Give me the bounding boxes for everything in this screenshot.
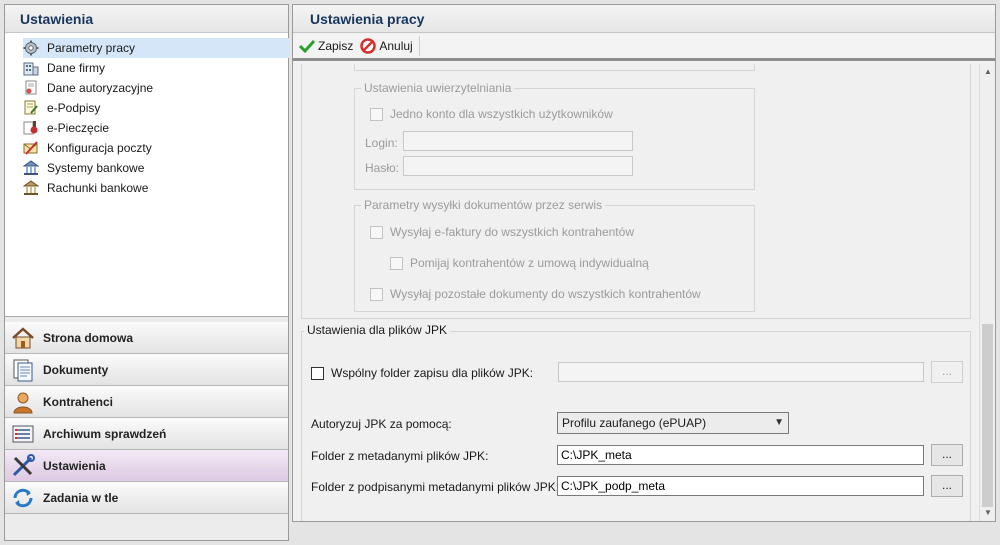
- tree-item-label: Dane firmy: [47, 61, 106, 75]
- signed-meta-folder-browse-button[interactable]: ...: [931, 475, 963, 497]
- chevron-down-icon: ▼: [774, 417, 784, 428]
- left-panel: Ustawienia Parametry pracy Dane firmy Da…: [4, 4, 289, 541]
- auth-group: Ustawienia uwierzytelniania Jedno konto …: [354, 81, 755, 190]
- bank-accounts-icon: [22, 180, 40, 196]
- meta-folder-label: Folder z metadanymi plików JPK:: [311, 449, 489, 463]
- checkbox-box: [311, 366, 324, 380]
- nav-dokumenty[interactable]: Dokumenty: [5, 354, 288, 386]
- authorization-icon: [23, 80, 39, 96]
- send-group: Parametry wysyłki dokumentów przez serwi…: [354, 198, 755, 312]
- documents-icon: [11, 358, 35, 382]
- page-title: Ustawienia pracy: [293, 5, 995, 33]
- toolbar: Zapisz Anuluj: [293, 34, 995, 61]
- password-label: Hasło:: [365, 161, 400, 175]
- send-other-checkbox[interactable]: Wysyłaj pozostałe dokumenty do wszystkic…: [370, 287, 701, 301]
- tree-item-label: Rachunki bankowe: [47, 181, 149, 195]
- jpk-group-title: Ustawienia dla plików JPK: [304, 323, 451, 337]
- skip-individual-checkbox[interactable]: Pomijaj kontrahentów z umową indywidualn…: [390, 256, 649, 270]
- cancel-icon: [360, 38, 377, 54]
- tree-item-parametry-pracy[interactable]: Parametry pracy: [23, 38, 289, 58]
- tree-item-e-podpisy[interactable]: e-Podpisy: [23, 98, 289, 118]
- signed-meta-folder-input[interactable]: C:\JPK_podp_meta: [557, 476, 924, 496]
- tree-item-e-pieczecie[interactable]: e-Pieczęcie: [23, 118, 289, 138]
- authorize-select[interactable]: Profilu zaufanego (ePUAP) ▼: [557, 412, 789, 434]
- archive-icon: [11, 422, 35, 446]
- send-einvoices-label: Wysyłaj e-faktury do wszystkich kontrahe…: [390, 225, 634, 239]
- password-input[interactable]: [403, 156, 633, 176]
- skip-individual-label: Pomijaj kontrahentów z umową indywidualn…: [410, 256, 649, 270]
- left-panel-title: Ustawienia: [5, 5, 288, 33]
- e-signature-icon: [23, 100, 39, 116]
- toolbar-separator: [418, 36, 420, 56]
- send-einvoices-checkbox[interactable]: Wysyłaj e-faktury do wszystkich kontrahe…: [370, 225, 634, 239]
- cancel-button[interactable]: Anuluj: [357, 35, 416, 57]
- save-button[interactable]: Zapisz: [296, 35, 357, 57]
- nav-kontrahenci[interactable]: Kontrahenci: [5, 386, 288, 418]
- nav-label: Kontrahenci: [43, 394, 114, 409]
- meta-folder-browse-button[interactable]: ...: [931, 444, 963, 466]
- tree-item-systemy-bankowe[interactable]: Systemy bankowe: [22, 158, 289, 178]
- nav-strona-domowa[interactable]: Strona domowa: [5, 322, 288, 354]
- common-folder-checkbox[interactable]: Wspólny folder zapisu dla plików JPK:: [311, 366, 533, 380]
- tree-item-label: Systemy bankowe: [47, 161, 145, 175]
- common-folder-input[interactable]: [558, 362, 924, 382]
- single-account-checkbox[interactable]: Jedno konto dla wszystkich użytkowników: [370, 107, 613, 121]
- settings-tree: Parametry pracy Dane firmy Dane autoryza…: [5, 37, 289, 315]
- checkmark-icon: [298, 38, 316, 54]
- tree-item-label: e-Podpisy: [47, 101, 101, 115]
- signed-meta-folder-label: Folder z podpisanymi metadanymi plików J…: [311, 480, 560, 494]
- nav-ustawienia[interactable]: Ustawienia: [5, 450, 288, 482]
- tree-item-label: Konfiguracja poczty: [47, 141, 152, 155]
- gear-icon: [23, 40, 39, 56]
- nav-label: Dokumenty: [43, 362, 109, 377]
- background-tasks-icon: [11, 486, 35, 510]
- scroll-up-icon[interactable]: ▲: [983, 67, 993, 77]
- common-folder-label: Wspólny folder zapisu dla plików JPK:: [331, 366, 534, 380]
- scroll-down-icon[interactable]: ▼: [983, 508, 993, 518]
- scrollbar-thumb[interactable]: [982, 324, 993, 507]
- nav-archiwum-sprawdzen[interactable]: Archiwum sprawdzeń: [5, 418, 288, 450]
- checkbox-box: [370, 107, 383, 121]
- nav-zadania-w-tle[interactable]: Zadania w tle: [5, 482, 288, 514]
- common-folder-browse-button[interactable]: ...: [931, 361, 963, 383]
- checkbox-box: [370, 225, 383, 239]
- nav-label: Zadania w tle: [43, 490, 119, 505]
- mail-config-icon: [23, 140, 39, 156]
- settings-tools-icon: [11, 453, 35, 478]
- tree-item-label: Parametry pracy: [47, 41, 136, 55]
- nav-label: Strona domowa: [43, 330, 134, 345]
- authorize-selected-value: Profilu zaufanego (ePUAP): [562, 416, 707, 430]
- nav-label: Archiwum sprawdzeń: [43, 426, 167, 441]
- settings-content: Ustawienia uwierzytelniania Jedno konto …: [293, 64, 979, 521]
- login-label: Login:: [365, 136, 398, 150]
- login-input[interactable]: [403, 131, 633, 151]
- meta-folder-input[interactable]: C:\JPK_meta: [557, 445, 924, 465]
- send-other-label: Wysyłaj pozostałe dokumenty do wszystkic…: [390, 287, 701, 301]
- scrolled-group-box: [354, 64, 755, 71]
- tree-item-konfiguracja-poczty[interactable]: Konfiguracja poczty: [23, 138, 289, 158]
- right-panel: Ustawienia pracy Zapisz Anuluj Ustawieni…: [292, 4, 996, 522]
- nav-label: Ustawienia: [43, 458, 106, 473]
- tree-item-dane-autoryzacyjne[interactable]: Dane autoryzacyjne: [23, 78, 289, 98]
- e-seal-icon: [23, 120, 39, 136]
- cancel-label: Anuluj: [379, 39, 413, 53]
- send-group-title: Parametry wysyłki dokumentów przez serwi…: [361, 198, 606, 212]
- main-navigation: Strona domowa Dokumenty Kontrahenci Arch…: [5, 316, 288, 540]
- tree-item-label: Dane autoryzacyjne: [47, 81, 154, 95]
- tree-item-dane-firmy[interactable]: Dane firmy: [23, 58, 289, 78]
- checkbox-box: [390, 256, 403, 270]
- vertical-scrollbar[interactable]: ▲ ▼: [979, 64, 995, 521]
- single-account-label: Jedno konto dla wszystkich użytkowników: [390, 107, 613, 121]
- contractors-icon: [11, 390, 35, 414]
- tree-item-rachunki-bankowe[interactable]: Rachunki bankowe: [22, 178, 289, 198]
- checkbox-box: [370, 287, 383, 301]
- tree-item-label: e-Pieczęcie: [47, 121, 110, 135]
- company-icon: [23, 60, 39, 76]
- auth-group-title: Ustawienia uwierzytelniania: [361, 81, 515, 95]
- authorize-label: Autoryzuj JPK za pomocą:: [311, 417, 452, 431]
- bank-systems-icon: [22, 160, 40, 176]
- save-label: Zapisz: [318, 39, 354, 53]
- home-icon: [11, 326, 35, 350]
